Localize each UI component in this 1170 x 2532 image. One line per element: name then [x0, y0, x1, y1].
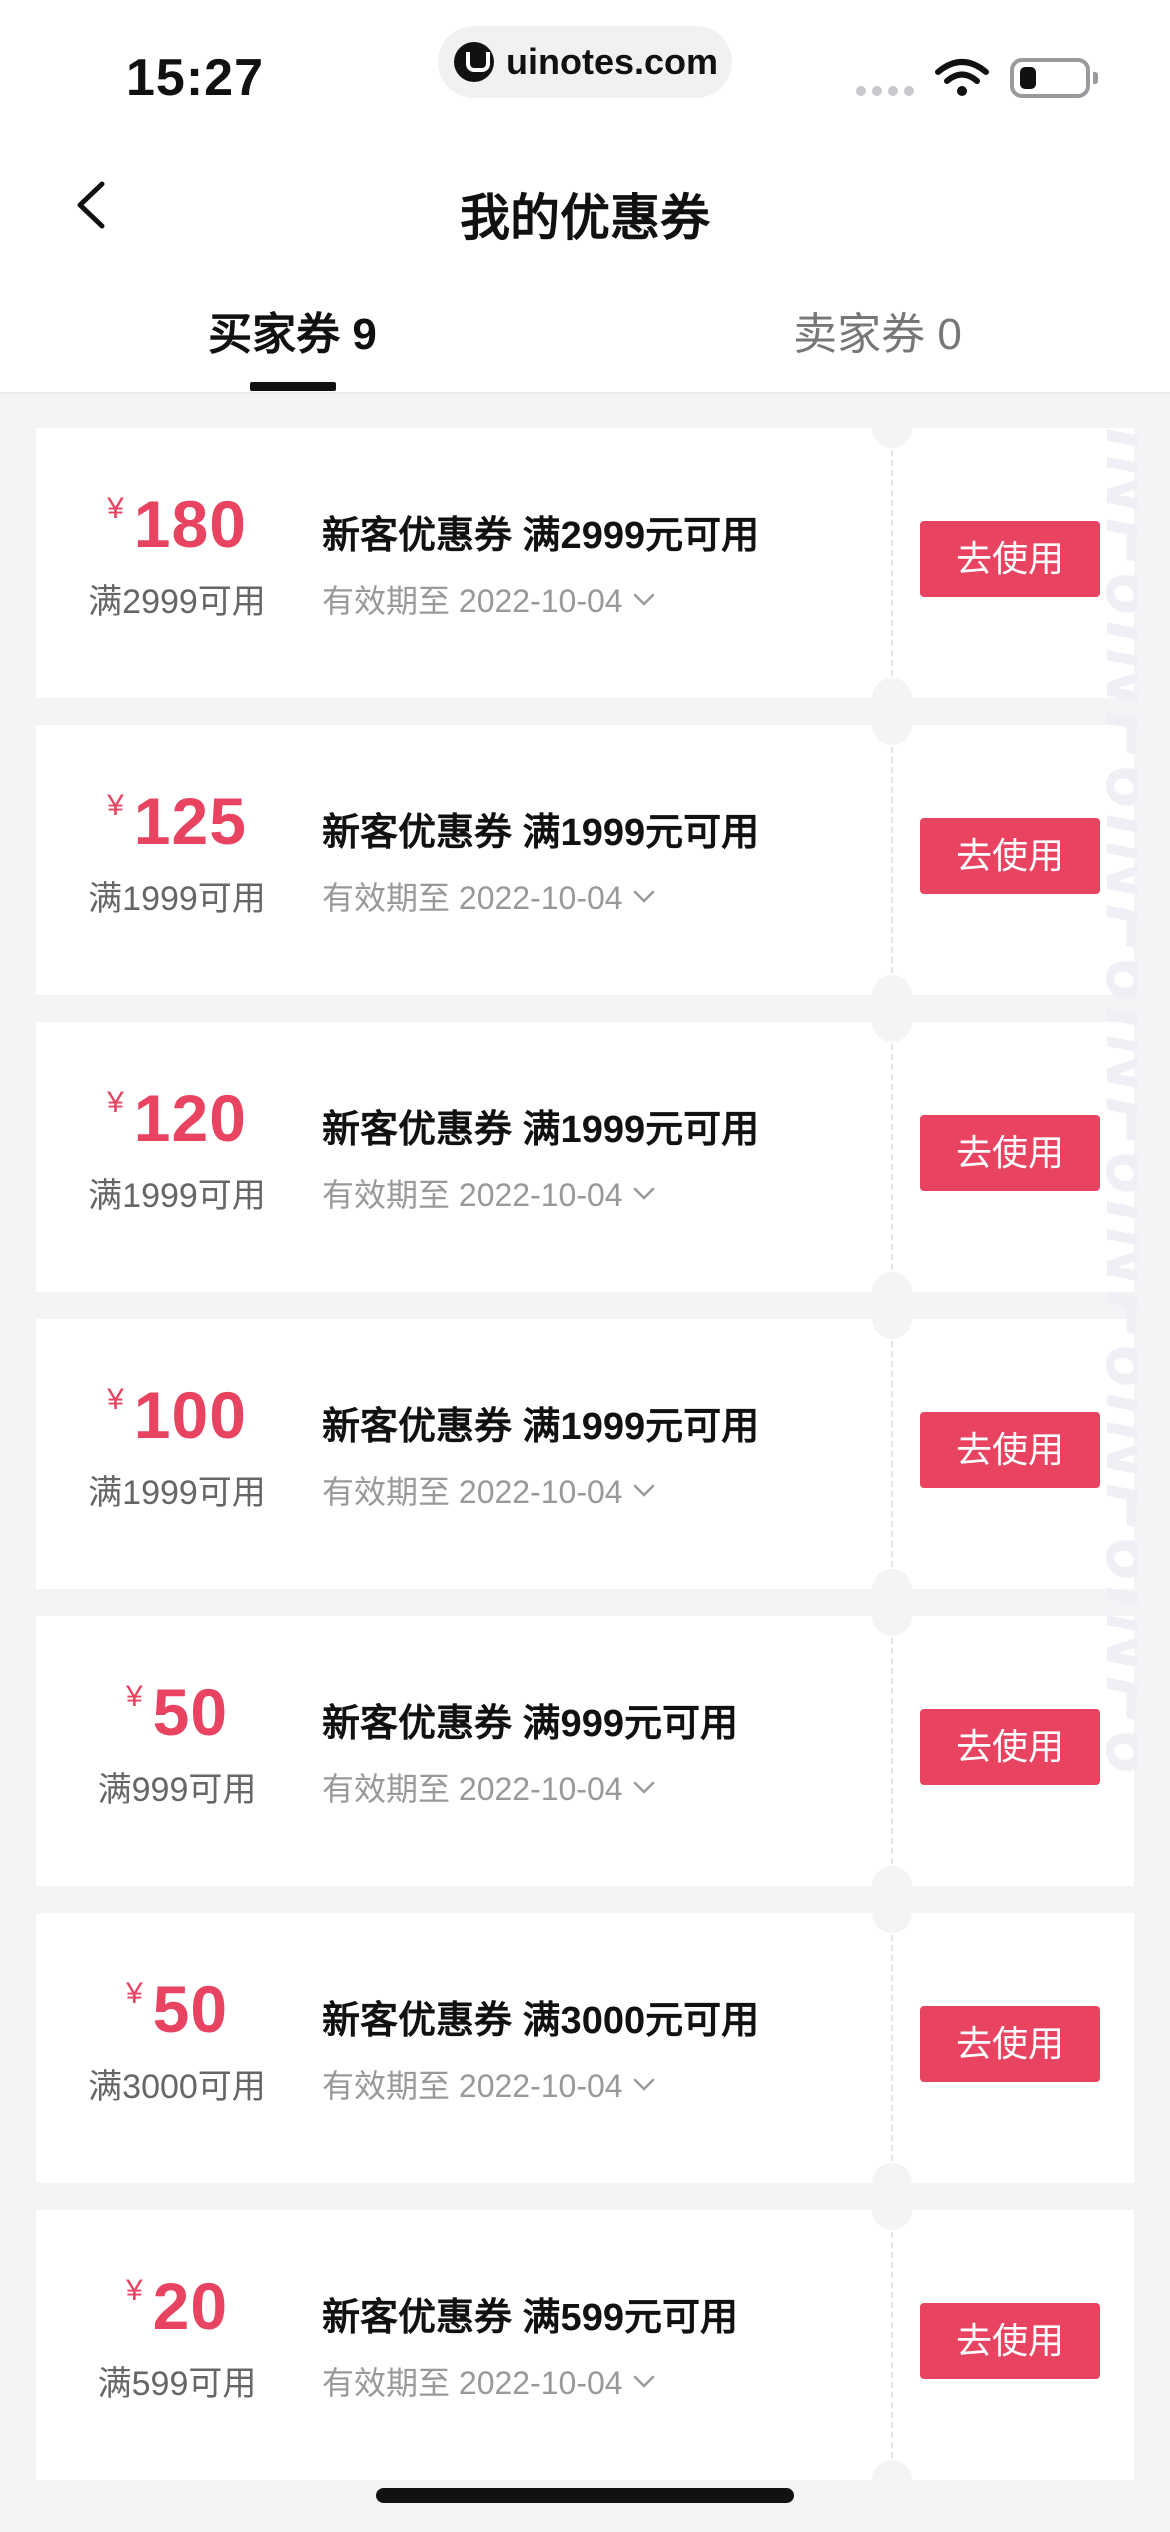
- coupon-title: 新客优惠券 满1999元可用: [322, 1109, 760, 1151]
- tab-buyer-coupons[interactable]: 买家券 9: [0, 298, 585, 362]
- coupon-expiry[interactable]: 有效期至 2022-10-04: [322, 1467, 657, 1513]
- coupon-card: ¥180 满2999可用 新客优惠券 满2999元可用 有效期至 2022-10…: [36, 408, 1134, 718]
- status-time: 15:27: [126, 49, 264, 107]
- coupon-expiry[interactable]: 有效期至 2022-10-04: [322, 2358, 657, 2404]
- use-coupon-button[interactable]: 去使用: [920, 1412, 1100, 1488]
- coupon-threshold: 满1999可用: [88, 1474, 266, 1512]
- chevron-down-icon[interactable]: [631, 1477, 657, 1503]
- use-coupon-button[interactable]: 去使用: [920, 2006, 1100, 2082]
- chevron-down-icon[interactable]: [631, 883, 657, 909]
- coupon-list: ¥180 满2999可用 新客优惠券 满2999元可用 有效期至 2022-10…: [36, 408, 1134, 2507]
- coupon-title: 新客优惠券 满3000元可用: [322, 2000, 760, 2042]
- coupon-title: 新客优惠券 满1999元可用: [322, 812, 760, 854]
- use-coupon-button[interactable]: 去使用: [920, 521, 1100, 597]
- coupon-card: ¥100 满1999可用 新客优惠券 满1999元可用 有效期至 2022-10…: [36, 1299, 1134, 1609]
- home-indicator[interactable]: [376, 2488, 794, 2503]
- chevron-down-icon[interactable]: [631, 586, 657, 612]
- coupon-amount: ¥125: [36, 783, 318, 859]
- cellular-signal-icon: [856, 86, 914, 96]
- coupon-amount: ¥180: [36, 486, 318, 562]
- coupon-card: ¥50 满999可用 新客优惠券 满999元可用 有效期至 2022-10-04…: [36, 1596, 1134, 1906]
- coupon-amount: ¥50: [36, 1674, 318, 1750]
- currency-symbol: ¥: [125, 1680, 143, 1713]
- coupon-expiry[interactable]: 有效期至 2022-10-04: [322, 2061, 657, 2107]
- chevron-down-icon[interactable]: [631, 2071, 657, 2097]
- watermark-stripe: INF6INF6INF6INF6INF6INF6INF6: [1088, 428, 1138, 2532]
- status-bar: 15:27 uinotes.com: [0, 0, 1170, 140]
- expiry-text: 有效期至 2022-10-04: [322, 880, 623, 916]
- coupon-expiry[interactable]: 有效期至 2022-10-04: [322, 1170, 657, 1216]
- expiry-text: 有效期至 2022-10-04: [322, 1771, 623, 1807]
- currency-symbol: ¥: [107, 1086, 124, 1119]
- amount-value: 125: [133, 784, 247, 858]
- coupon-threshold: 满1999可用: [88, 880, 266, 918]
- coupon-title: 新客优惠券 满999元可用: [322, 1703, 738, 1745]
- coupon-title: 新客优惠券 满2999元可用: [322, 515, 760, 557]
- active-tab-indicator: [250, 382, 336, 391]
- url-pill: uinotes.com: [438, 26, 732, 98]
- amount-value: 100: [133, 1378, 247, 1452]
- coupon-card: ¥50 满3000可用 新客优惠券 满3000元可用 有效期至 2022-10-…: [36, 1893, 1134, 2203]
- currency-symbol: ¥: [107, 1383, 124, 1416]
- wifi-icon: [935, 59, 989, 96]
- coupon-card: ¥20 满599可用 新客优惠券 满599元可用 有效期至 2022-10-04…: [36, 2190, 1134, 2500]
- currency-symbol: ¥: [107, 492, 124, 525]
- coupon-divider: [891, 2232, 893, 2458]
- use-coupon-button[interactable]: 去使用: [920, 1115, 1100, 1191]
- coupon-title: 新客优惠券 满1999元可用: [322, 1406, 760, 1448]
- coupon-tabs: 买家券 9 卖家券 0: [0, 270, 1170, 394]
- amount-value: 50: [152, 1675, 229, 1749]
- coupon-threshold: 满599可用: [97, 2365, 257, 2403]
- coupon-threshold: 满3000可用: [88, 2068, 266, 2106]
- coupon-expiry[interactable]: 有效期至 2022-10-04: [322, 1764, 657, 1810]
- coupon-card: ¥125 满1999可用 新客优惠券 满1999元可用 有效期至 2022-10…: [36, 705, 1134, 1015]
- tab-seller-coupons[interactable]: 卖家券 0: [585, 298, 1170, 362]
- coupon-amount: ¥50: [36, 1971, 318, 2047]
- currency-symbol: ¥: [125, 2274, 143, 2307]
- amount-value: 180: [133, 487, 247, 561]
- chevron-down-icon[interactable]: [631, 1774, 657, 1800]
- amount-value: 20: [152, 2269, 229, 2343]
- amount-value: 120: [133, 1081, 247, 1155]
- currency-symbol: ¥: [107, 789, 124, 822]
- coupon-card: ¥120 满1999可用 新客优惠券 满1999元可用 有效期至 2022-10…: [36, 1002, 1134, 1312]
- url-text: uinotes.com: [506, 41, 719, 82]
- use-coupon-button[interactable]: 去使用: [920, 818, 1100, 894]
- coupon-divider: [891, 450, 893, 676]
- coupon-title: 新客优惠券 满599元可用: [322, 2297, 738, 2339]
- chevron-down-icon[interactable]: [631, 1180, 657, 1206]
- coupon-divider: [891, 1935, 893, 2161]
- coupon-divider: [891, 747, 893, 973]
- expiry-text: 有效期至 2022-10-04: [322, 583, 623, 619]
- expiry-text: 有效期至 2022-10-04: [322, 2068, 623, 2104]
- chevron-down-icon[interactable]: [631, 2368, 657, 2394]
- expiry-text: 有效期至 2022-10-04: [322, 1177, 623, 1213]
- coupon-divider: [891, 1638, 893, 1864]
- battery-icon: [1010, 58, 1098, 98]
- coupon-divider: [891, 1341, 893, 1567]
- coupon-amount: ¥20: [36, 2268, 318, 2344]
- coupon-expiry[interactable]: 有效期至 2022-10-04: [322, 576, 657, 622]
- use-coupon-button[interactable]: 去使用: [920, 1709, 1100, 1785]
- uinotes-logo-icon: [454, 42, 494, 82]
- coupon-amount: ¥100: [36, 1377, 318, 1453]
- use-coupon-button[interactable]: 去使用: [920, 2303, 1100, 2379]
- currency-symbol: ¥: [125, 1977, 143, 2010]
- coupon-threshold: 满1999可用: [88, 1177, 266, 1215]
- coupon-threshold: 满999可用: [97, 1771, 257, 1809]
- coupon-divider: [891, 1044, 893, 1270]
- watermark-text: INF6INF6INF6INF6INF6INF6INF6: [1090, 428, 1138, 1780]
- expiry-text: 有效期至 2022-10-04: [322, 1474, 623, 1510]
- expiry-text: 有效期至 2022-10-04: [322, 2365, 623, 2401]
- coupon-amount: ¥120: [36, 1080, 318, 1156]
- amount-value: 50: [152, 1972, 229, 2046]
- coupon-threshold: 满2999可用: [88, 583, 266, 621]
- coupon-expiry[interactable]: 有效期至 2022-10-04: [322, 873, 657, 919]
- page-title: 我的优惠券: [460, 190, 710, 246]
- nav-header: 我的优惠券: [0, 140, 1170, 270]
